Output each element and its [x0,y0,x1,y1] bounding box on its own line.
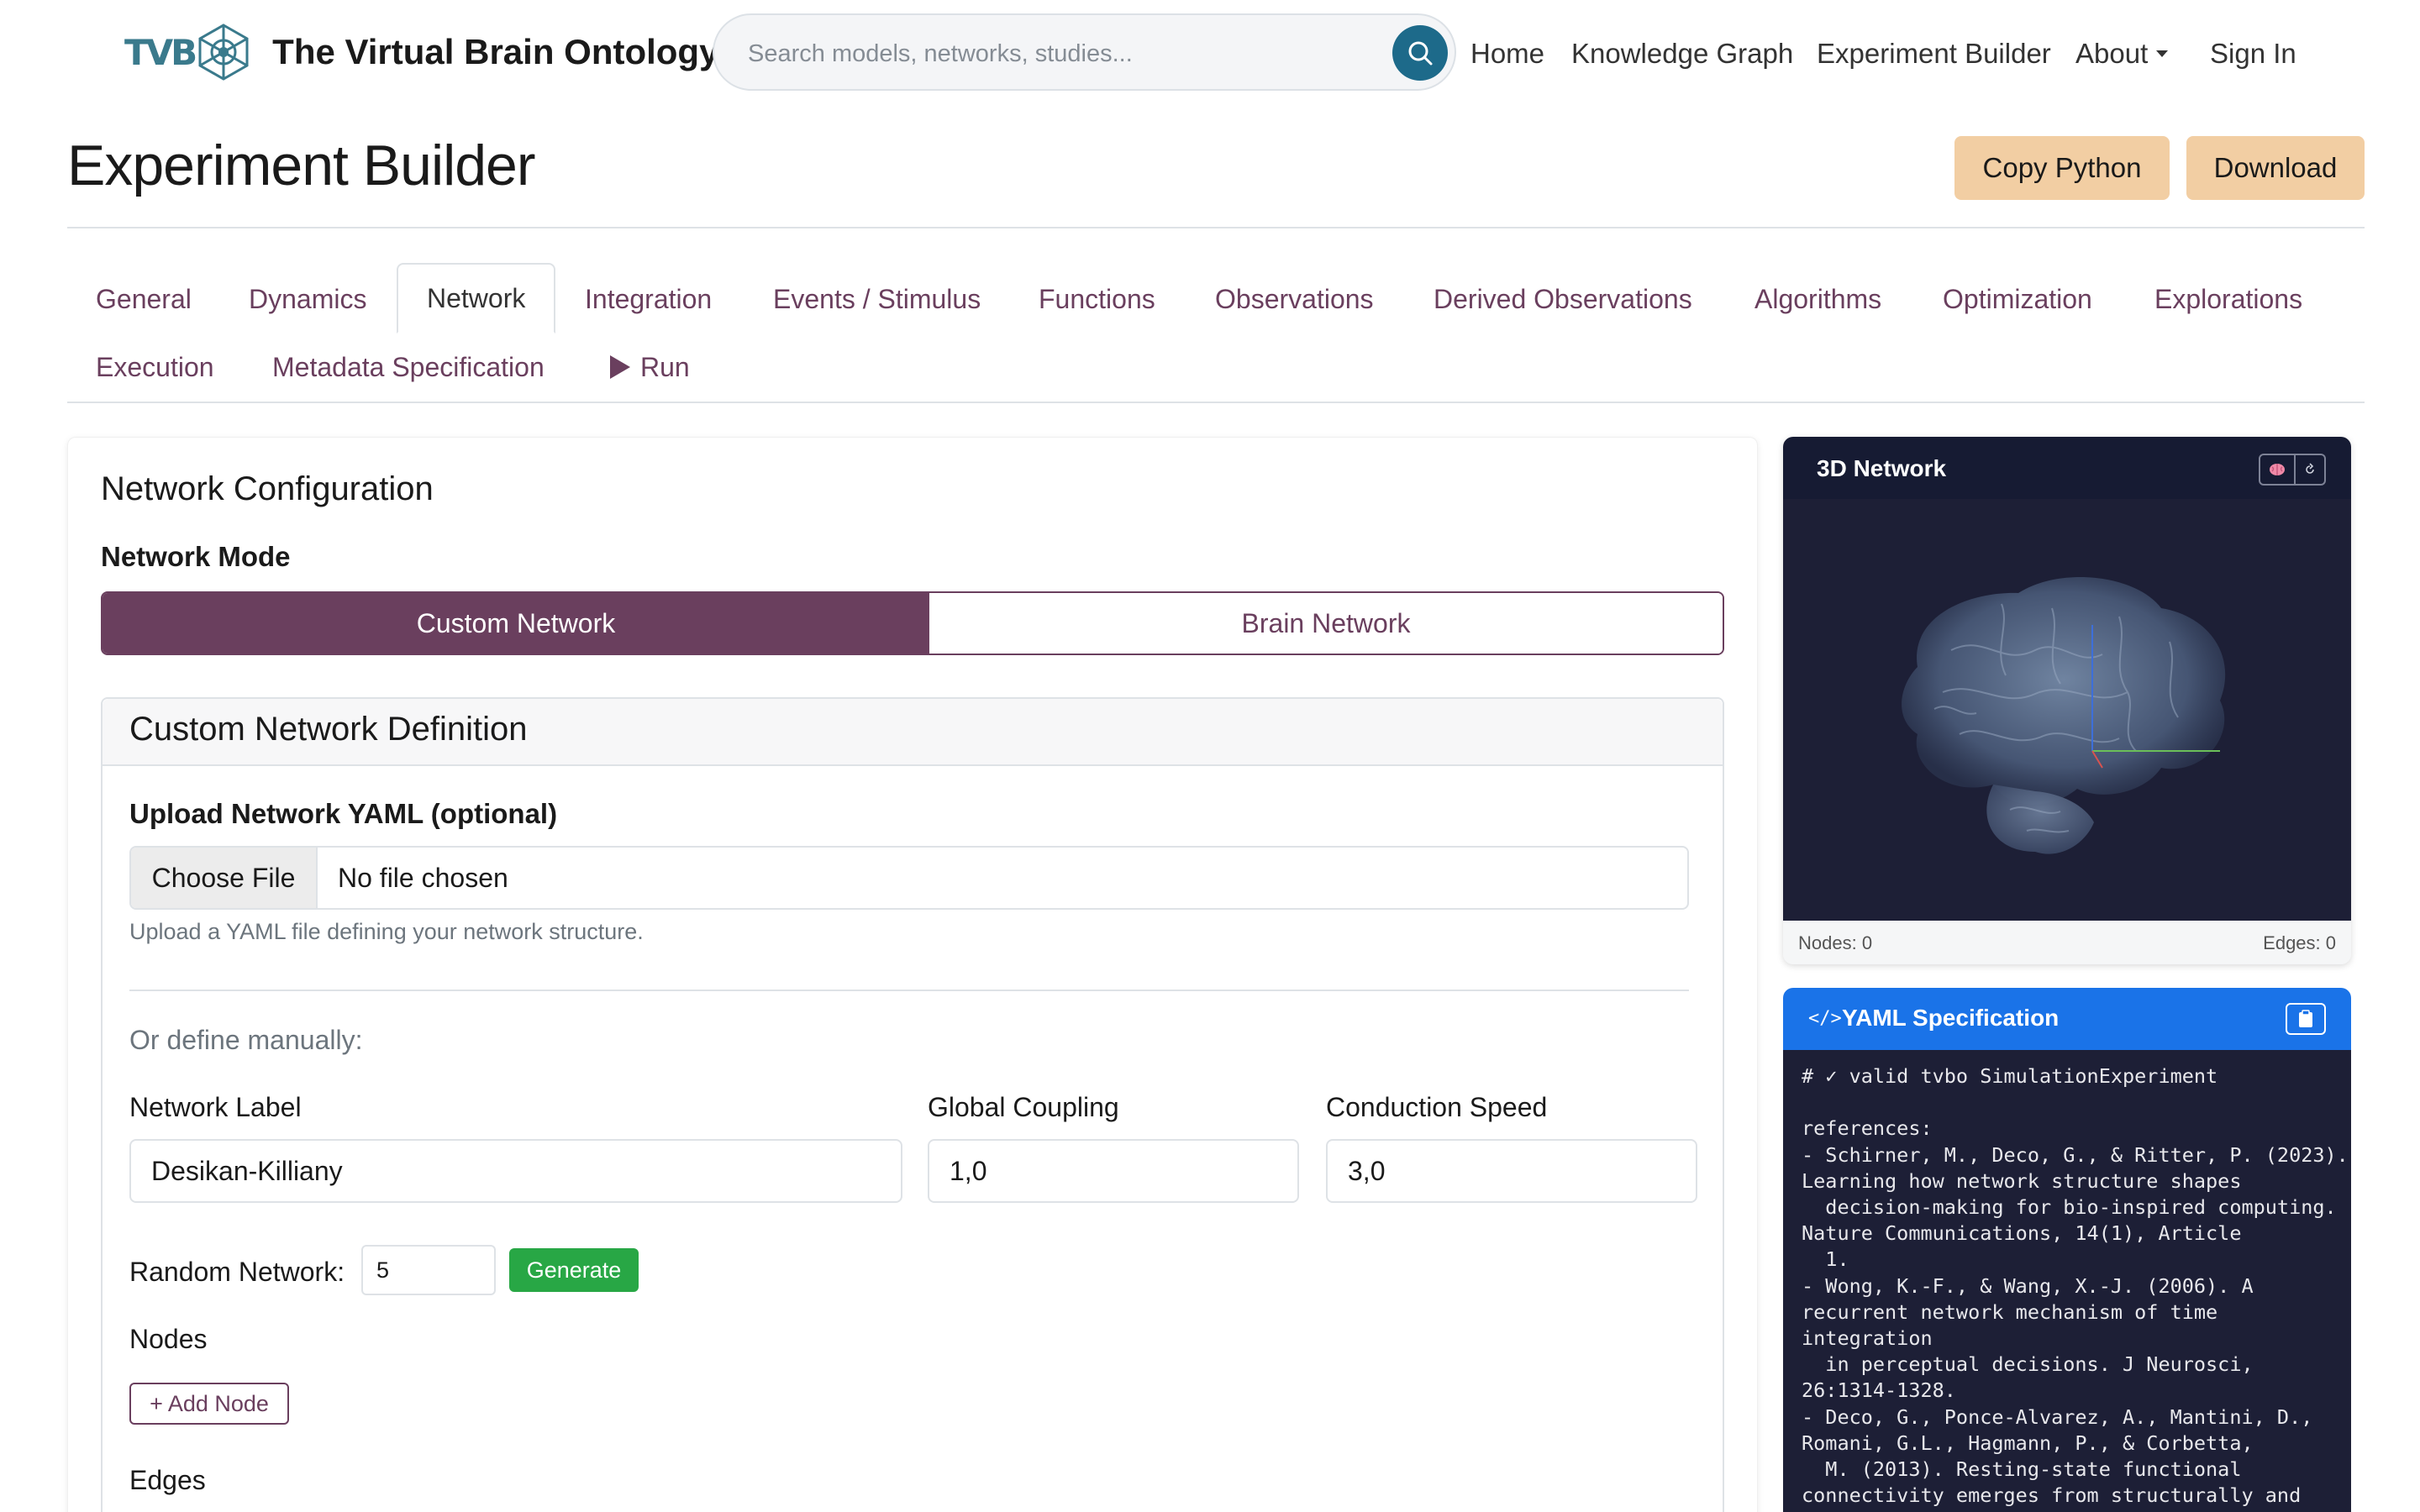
tab-functions[interactable]: Functions [1010,265,1184,333]
search-input[interactable] [748,34,1386,74]
logo-text: TVB [124,31,197,73]
download-button[interactable]: Download [2186,136,2365,200]
nodes-count: Nodes: 0 [1798,932,1873,953]
brain-icon [2270,464,2285,475]
network-3d-viewport[interactable] [1783,499,2351,921]
edges-label: Edges [129,1465,206,1495]
search-icon [1408,41,1433,66]
custom-network-definition-title: Custom Network Definition [129,711,528,748]
search-button[interactable] [1392,25,1448,81]
code-icon: </> [1808,1008,1842,1029]
nav-about-label: About [2075,38,2149,69]
brain-toggle-button[interactable] [2259,454,2296,486]
generate-button[interactable]: Generate [509,1248,639,1292]
tab-derived-observations[interactable]: Derived Observations [1405,265,1721,333]
nav-home-link[interactable]: Home [1470,38,1544,70]
custom-network-option[interactable]: Custom Network [103,593,929,654]
yaml-code-text: # ✓ valid tvbo SimulationExperiment refe… [1802,1064,2349,1508]
add-node-button[interactable]: + Add Node [129,1383,289,1425]
network-3d-panel: 3D Network Nodes: 0 Edges: 0 [1783,437,2351,964]
nav-about-dropdown[interactable]: About [2075,38,2169,70]
tab-explorations[interactable]: Explorations [2126,265,2331,333]
nav-knowledge-graph-link[interactable]: Knowledge Graph [1571,38,1793,70]
network-label-input[interactable]: Desikan-Killiany [129,1139,902,1203]
play-icon [610,355,630,379]
choose-file-button[interactable]: Choose File [131,848,318,908]
tvb-logo: TVB [124,22,254,82]
tab-run[interactable]: Run [581,333,718,402]
tab-metadata-specification[interactable]: Metadata Specification [244,333,573,402]
upload-yaml-label: Upload Network YAML (optional) [129,798,558,829]
copy-yaml-button[interactable] [2286,1003,2326,1035]
edges-count: Edges: 0 [2263,932,2336,953]
yaml-specification-panel: </> YAML Specification # ✓ valid tvbo Si… [1783,988,2351,1512]
network-mode-label: Network Mode [101,541,291,572]
yaml-file-input[interactable]: Choose File No file chosen [129,846,1689,910]
brain-network-logo-icon [198,24,249,81]
brain-network-option[interactable]: Brain Network [929,593,1723,654]
file-name-display: No file chosen [338,862,508,893]
network-3d-footer: Nodes: 0 Edges: 0 [1783,921,2351,964]
section-divider [129,990,1689,991]
copy-python-button[interactable]: Copy Python [1954,136,2170,200]
nodes-label: Nodes [129,1324,208,1354]
reset-icon [2306,463,2314,474]
global-coupling-label: Global Coupling [928,1092,1119,1122]
nav-experiment-builder-link[interactable]: Experiment Builder [1817,38,2051,70]
header-divider [67,227,2365,228]
tab-optimization[interactable]: Optimization [1914,265,2121,333]
tab-integration[interactable]: Integration [556,265,740,333]
brand[interactable]: TVB The Virtual Brain Ontology [124,22,718,82]
conduction-speed-label: Conduction Speed [1326,1092,1548,1122]
network-3d-title: 3D Network [1817,455,1947,481]
tab-run-label: Run [640,351,690,382]
search-bar [713,13,1456,91]
nav-sign-in-link[interactable]: Sign In [2210,38,2296,70]
tab-network[interactable]: Network [397,263,556,333]
network-configuration-title: Network Configuration [101,470,434,507]
conduction-speed-input[interactable]: 3,0 [1326,1139,1697,1203]
brain-render-icon [1902,576,2226,854]
network-3d-controls [2259,454,2326,486]
tabs-divider [67,402,2365,403]
yaml-specification-title: YAML Specification [1842,1005,2060,1031]
network-3d-header: 3D Network [1783,437,2351,499]
network-label-label: Network Label [129,1092,302,1122]
caret-down-icon [2156,50,2169,57]
network-mode-toggle: Custom Network Brain Network [101,591,1724,655]
brand-title: The Virtual Brain Ontology [272,32,719,71]
define-manually-text: Or define manually: [129,1025,363,1055]
tab-algorithms[interactable]: Algorithms [1726,265,1910,333]
clipboard-icon [2299,1010,2312,1027]
yaml-specification-header: </> YAML Specification [1783,988,2351,1050]
random-network-label: Random Network: [129,1257,345,1287]
tab-execution[interactable]: Execution [67,333,243,402]
reset-view-button[interactable] [2296,454,2326,486]
tab-observations[interactable]: Observations [1186,265,1402,333]
global-coupling-input[interactable]: 1,0 [928,1139,1299,1203]
navbar: TVB The Virtual Brain Ontology Search mo… [0,0,2420,105]
tab-dynamics[interactable]: Dynamics [220,265,395,333]
upload-help-text: Upload a YAML file defining your network… [129,919,644,944]
random-network-input[interactable]: 5 [361,1245,496,1295]
tab-events-stimulus[interactable]: Events / Stimulus [744,265,1009,333]
tab-general[interactable]: General [67,265,220,333]
page-title: Experiment Builder [67,134,535,197]
yaml-code-block[interactable]: # ✓ valid tvbo SimulationExperiment refe… [1783,1050,2351,1512]
